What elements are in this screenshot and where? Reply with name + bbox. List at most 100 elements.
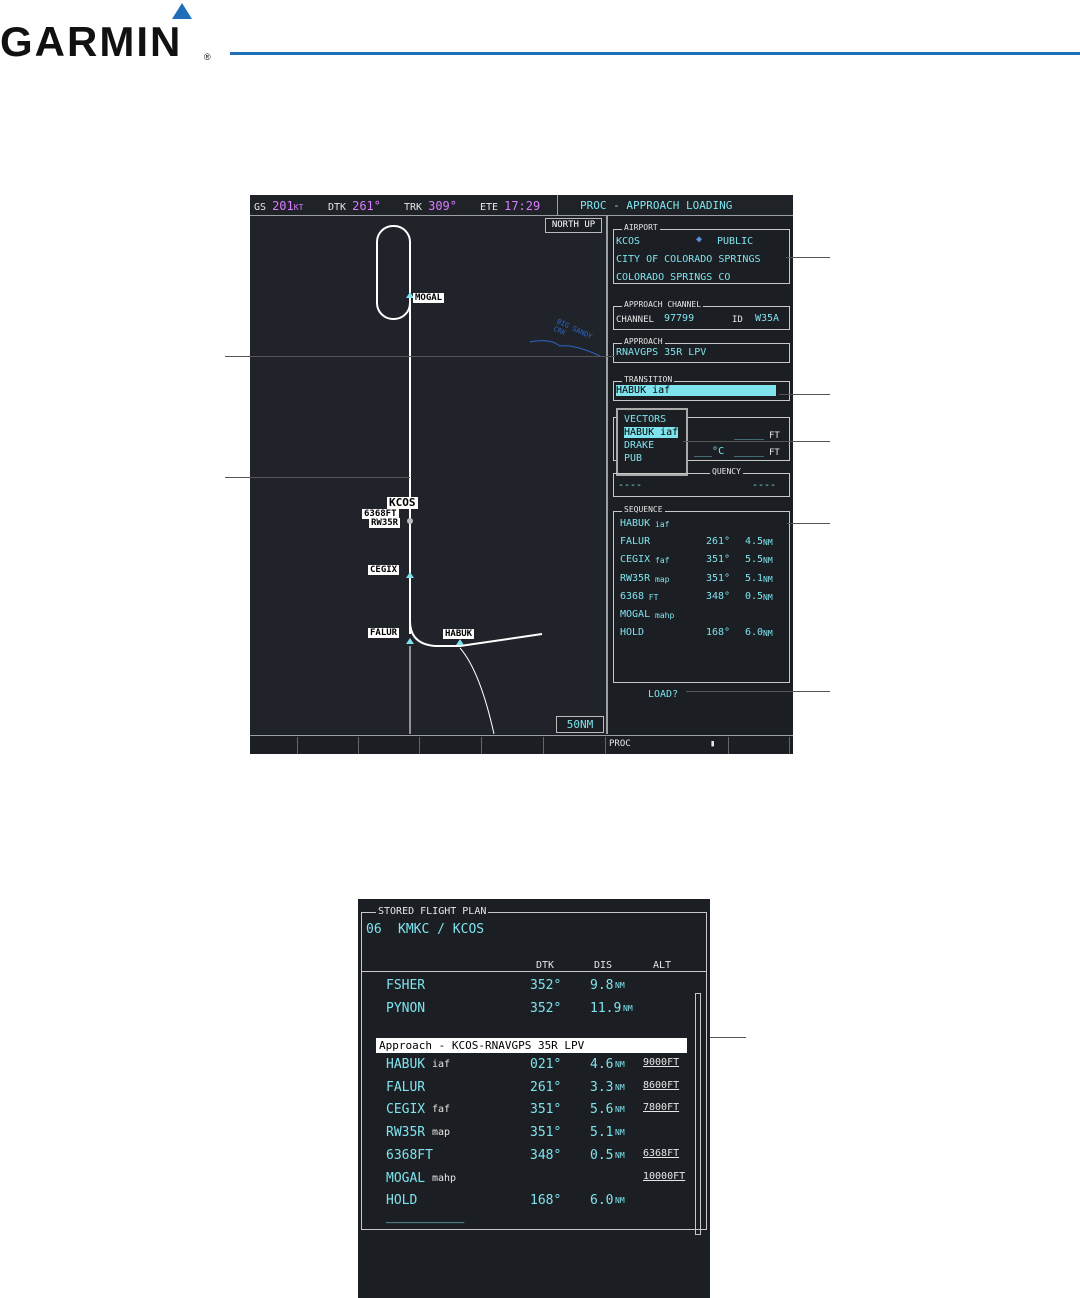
sequence-dis: 5.5: [745, 554, 764, 566]
dtk-label: DTK: [328, 202, 347, 213]
ete-field: ETE 17:29: [480, 199, 540, 213]
waypoint-dis: 6.0: [590, 1193, 614, 1209]
waypoint-name: PYNON: [386, 1001, 426, 1016]
sequence-waypoint-tag: iaf: [655, 520, 670, 529]
approach-header-row[interactable]: Approach - KCOS-RNAVGPS 35R LPV: [376, 1038, 687, 1053]
callout-airport: [786, 257, 830, 258]
flight-plan-row[interactable]: RW35R map 351° 5.1 NM: [362, 1122, 702, 1144]
callout-map: [225, 477, 410, 478]
minimums-row1-value[interactable]: _____: [734, 429, 764, 440]
softkey-6[interactable]: [545, 737, 606, 754]
channel-label: CHANNEL: [616, 315, 654, 325]
softkey-4[interactable]: [421, 737, 482, 754]
waypoint-name: MOGAL: [386, 1170, 426, 1186]
id-label: ID: [732, 315, 743, 325]
load-prompt[interactable]: LOAD?: [648, 689, 678, 700]
softkey-3[interactable]: [359, 737, 420, 754]
waypoint-dtk: 352°: [530, 978, 562, 993]
softkey-5[interactable]: [483, 737, 544, 754]
waypoint-name: RW35R: [386, 1125, 426, 1141]
approach-title: APPROACH: [622, 337, 665, 346]
proc-status-label: PROC: [609, 739, 631, 749]
empty-waypoint-row[interactable]: __________: [386, 1209, 464, 1224]
transition-value[interactable]: HABUK iaf: [616, 385, 776, 396]
sequence-unit: NM: [763, 556, 773, 566]
callout-load: [686, 691, 830, 692]
softkey-8[interactable]: [668, 737, 729, 754]
sequence-dis: 4.5: [745, 536, 764, 548]
mfd-screen: GS 201KT DTK 261° TRK 309° ETE 17:29 PRO…: [250, 195, 793, 754]
dtk-field: DTK 261°: [328, 199, 381, 213]
flight-plan-row[interactable]: FALUR 261° 3.3 NM 8600FT: [362, 1077, 702, 1099]
flight-plan-row[interactable]: CEGIX faf 351° 5.6 NM 7800FT: [362, 1099, 702, 1121]
sequence-waypoint-tag: map: [655, 574, 670, 584]
waypoint-alt: 7800FT: [643, 1102, 680, 1114]
sequence-dis: 0.5: [745, 590, 764, 602]
minimums-row1-unit: FT: [769, 431, 780, 441]
waypoint-dtk: 352°: [530, 1001, 562, 1016]
airport-ident[interactable]: KCOS: [616, 236, 640, 247]
sequence-dis: 5.1: [745, 572, 764, 584]
minimums-row2-value[interactable]: _____: [734, 446, 764, 457]
dropdown-option-vectors[interactable]: VECTORS: [624, 414, 666, 425]
waypoint-tag: iaf: [432, 1059, 451, 1070]
transition-leg: [409, 620, 543, 647]
sequence-dtk: 351°: [706, 572, 731, 584]
flight-plan-row[interactable]: HABUK iaf 021° 4.6 NM 9000FT: [362, 1054, 702, 1076]
waypoint-alt: 9000FT: [643, 1057, 680, 1068]
scrollbar[interactable]: [695, 993, 701, 1235]
sequence-unit: NM: [763, 629, 773, 639]
frequency-title: QUENCY: [710, 467, 743, 476]
airport-type: PUBLIC: [717, 236, 754, 247]
flight-plan-row[interactable]: 6368FT 348° 0.5 NM 6368FT: [362, 1145, 702, 1167]
flight-plan-number: 06: [366, 922, 382, 937]
map-range[interactable]: 50NM: [556, 716, 604, 733]
garmin-logo: GARMIN: [0, 18, 183, 65]
transition-dropdown[interactable]: VECTORS HABUK iaf DRAKE PUB: [616, 408, 688, 476]
waypoint-alt: 10000FT: [643, 1170, 686, 1182]
waypoint-name: FALUR: [386, 1079, 426, 1095]
sequence-dtk: 261°: [706, 536, 731, 548]
softkey-2[interactable]: [298, 737, 359, 754]
dropdown-option-drake[interactable]: DRAKE: [624, 440, 654, 451]
approach-channel-box: APPROACH CHANNEL CHANNEL 97799 ID W35A: [613, 300, 790, 330]
waypoint-dis-unit: NM: [615, 981, 625, 990]
flight-plan-row[interactable]: PYNON 352° 11.9 NM: [362, 998, 702, 1020]
softkey-1[interactable]: [250, 737, 298, 754]
sequence-waypoint-name: 6368: [620, 590, 645, 602]
page-title: PROC - APPROACH LOADING: [557, 195, 793, 215]
flight-plan-row[interactable]: FSHER 352° 9.8 NM: [362, 975, 702, 997]
channel-value[interactable]: 97799: [664, 313, 694, 324]
dropdown-option-pub[interactable]: PUB: [624, 453, 642, 464]
waypoint-dtk: 351°: [530, 1125, 562, 1141]
approach-channel-title: APPROACH CHANNEL: [622, 300, 704, 309]
waypoint-dis: 0.5: [590, 1147, 614, 1163]
callout-sequence: [787, 523, 830, 524]
waypoint-dis-unit: NM: [615, 1196, 625, 1206]
flight-plan-row[interactable]: MOGAL mahp 10000FT: [362, 1168, 702, 1190]
sequence-unit: NM: [763, 538, 773, 548]
waypoint-dis: 11.9: [590, 1001, 622, 1016]
airport-name: CITY OF COLORADO SPRINGS: [616, 254, 761, 265]
waypoint-name: CEGIX: [386, 1102, 426, 1118]
map-label-rw35r: RW35R: [369, 518, 401, 528]
map-label-cegix: CEGIX: [368, 565, 400, 575]
approach-value[interactable]: RNAVGPS 35R LPV: [616, 347, 706, 358]
waypoint-dis: 9.8: [590, 978, 614, 993]
sequence-dis: 6.0: [745, 627, 764, 639]
gs-label: GS: [254, 202, 267, 213]
navigation-map[interactable]: NORTH UP MOGAL KCOS 6368FT RW35R CEGIX F…: [250, 216, 608, 734]
softkey-9[interactable]: [729, 737, 790, 754]
public-airport-icon: ◆: [696, 234, 703, 245]
approach-loading-panel: AIRPORT KCOS ◆ PUBLIC CITY OF COLORADO S…: [608, 216, 793, 734]
waypoint-dis-unit: NM: [615, 1128, 625, 1138]
waypoint-dis: 5.6: [590, 1102, 614, 1118]
proc-status: PROC ▮: [607, 737, 715, 754]
orientation-button[interactable]: NORTH UP: [545, 218, 602, 233]
stored-flight-plan: STORED FLIGHT PLAN 06 KMKC / KCOS DTK DI…: [358, 899, 710, 1298]
dropdown-option-habuk[interactable]: HABUK iaf: [624, 427, 679, 438]
sequence-unit: NM: [763, 574, 773, 584]
transition-title: TRANSITION: [622, 375, 675, 384]
waypoint-dtk: 021°: [530, 1057, 562, 1072]
feeder-route: [459, 647, 495, 734]
